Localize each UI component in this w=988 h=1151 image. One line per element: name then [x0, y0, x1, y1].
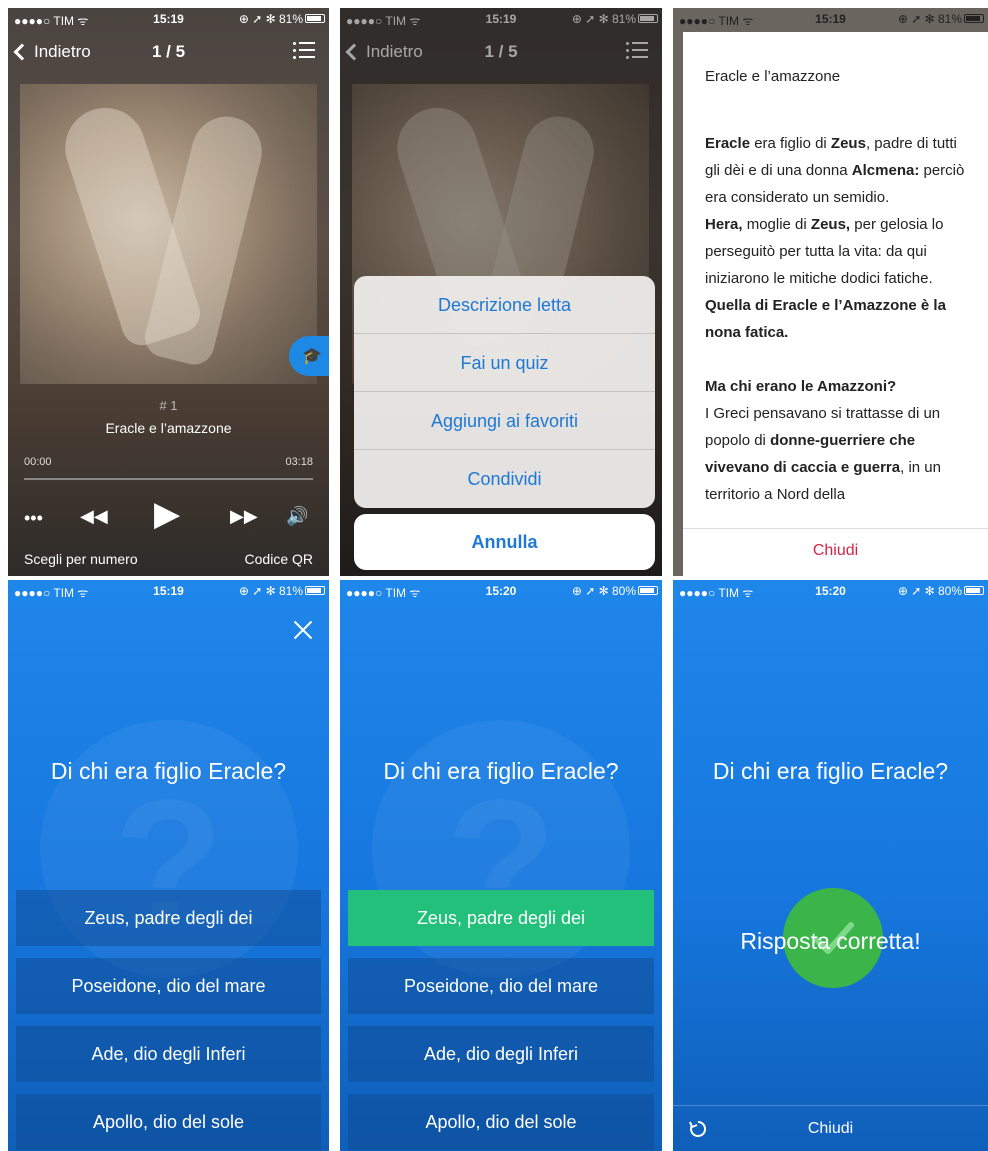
battery-icon: [305, 586, 325, 595]
action-sheet-screen: ●●●●○ TIM ᯤ 15:19 ⊕ ➚ ✻ 81% Indietro 1 /…: [340, 8, 662, 576]
take-quiz-option[interactable]: Fai un quiz: [354, 334, 655, 392]
quiz-result-screen: ●●●●○ TIM ᯤ 15:20 ⊕ ➚ ✻ 80% Di chi era f…: [673, 580, 988, 1151]
track-counter: 1 / 5: [151, 42, 186, 61]
battery-icon: [964, 586, 984, 595]
status-icons: ⊕ ➚ ✻ 80%: [571, 584, 636, 598]
track-number: # 1: [159, 398, 178, 413]
answer-option[interactable]: Apollo, dio del sole: [348, 1094, 654, 1150]
total-time: 03:18: [285, 456, 313, 468]
elapsed-time: 00:00: [24, 456, 52, 468]
close-button[interactable]: Chiudi: [683, 528, 988, 576]
quiz-screen: ? ●●●●○ TIM ᯤ 15:19 ⊕ ➚ ✻ 81% Di chi era…: [8, 580, 329, 1151]
quiz-question: Di chi era figlio Eracle?: [383, 758, 619, 784]
status-icons: ⊕ ➚ ✻ 80%: [897, 584, 962, 598]
answer-option[interactable]: Apollo, dio del sole: [16, 1094, 321, 1150]
quiz-background: [673, 580, 988, 1151]
bottom-toolbar: Chiudi: [673, 1105, 988, 1151]
answer-option-selected[interactable]: Zeus, padre degli dei: [348, 890, 654, 946]
description-screen: ●●●●○ TIM ᯤ 15:19 ⊕ ➚ ✻ 81% Eracle e l’a…: [673, 8, 988, 576]
answer-option[interactable]: Ade, dio degli Inferi: [348, 1026, 654, 1082]
player-screen: ●●●●○ TIM ᯤ 15:19 ⊕ ➚ ✻ 81% Indietro 1 /…: [8, 8, 329, 576]
quiz-question: Di chi era figlio Eracle?: [50, 758, 287, 784]
status-bar: ●●●●○ TIM ᯤ 15:19 ⊕ ➚ ✻ 81%: [8, 8, 329, 30]
play-icon[interactable]: ▶: [154, 494, 180, 534]
text: moglie di: [742, 216, 811, 233]
text-bold: Hera,: [705, 216, 743, 233]
cancel-button[interactable]: Annulla: [354, 514, 655, 570]
battery-icon: [638, 586, 658, 595]
answer-option[interactable]: Zeus, padre degli dei: [16, 890, 321, 946]
graduation-cap-icon: 🎓: [302, 348, 322, 365]
quiz-selected-screen: ? ●●●●○ TIM ᯤ 15:20 ⊕ ➚ ✻ 80% Di chi era…: [340, 580, 662, 1151]
description-card: Eracle e l’amazzone Eracle era figlio di…: [683, 32, 988, 576]
add-favorites-option[interactable]: Aggiungi ai favoriti: [354, 392, 655, 450]
result-message: Risposta corretta!: [740, 928, 921, 954]
more-icon[interactable]: •••: [24, 508, 43, 529]
rewind-icon[interactable]: ◀◀: [80, 506, 108, 527]
track-title: Eracle e l’amazzone: [105, 420, 232, 436]
answer-option[interactable]: Ade, dio degli Inferi: [16, 1026, 321, 1082]
battery-icon: [964, 14, 984, 23]
text-bold: Quella di Eracle e l’Amazzone è la nona …: [705, 297, 946, 341]
close-icon[interactable]: [293, 620, 313, 640]
close-button[interactable]: Chiudi: [673, 1120, 988, 1138]
status-icons: ⊕ ➚ ✻ 81%: [238, 584, 303, 598]
description-title: Eracle e l’amazzone: [705, 68, 841, 85]
status-bar: ●●●●○ TIM ᯤ 15:19 ⊕ ➚ ✻ 81%: [673, 8, 988, 30]
text-bold: Zeus,: [810, 216, 851, 233]
text-bold: Alcmena:: [851, 162, 920, 179]
choose-number-link[interactable]: Scegli per numero: [24, 551, 138, 567]
status-icons: ⊕ ➚ ✻ 81%: [897, 12, 962, 26]
mark-read-option[interactable]: Descrizione letta: [354, 276, 655, 334]
quiz-button[interactable]: 🎓: [289, 336, 329, 376]
text-bold: Ma chi erano le Amazzoni?: [705, 378, 897, 395]
quiz-question: Di chi era figlio Eracle?: [712, 758, 949, 784]
status-bar: ●●●●○ TIM ᯤ 15:20 ⊕ ➚ ✻ 80%: [340, 580, 662, 602]
artwork-image: [20, 84, 317, 384]
status-bar: ●●●●○ TIM ᯤ 15:20 ⊕ ➚ ✻ 80%: [673, 580, 988, 602]
status-icons: ⊕ ➚ ✻ 81%: [238, 12, 303, 26]
share-option[interactable]: Condividi: [354, 450, 655, 508]
action-sheet: Descrizione letta Fai un quiz Aggiungi a…: [354, 276, 655, 508]
progress-bar[interactable]: [24, 478, 313, 480]
volume-icon[interactable]: 🔊: [286, 506, 308, 527]
qr-code-link[interactable]: Codice QR: [245, 551, 313, 567]
answer-option[interactable]: Poseidone, dio del mare: [348, 958, 654, 1014]
answer-option[interactable]: Poseidone, dio del mare: [16, 958, 321, 1014]
text-bold: Eracle: [705, 135, 751, 152]
battery-icon: [305, 14, 325, 23]
forward-icon[interactable]: ▶▶: [230, 506, 258, 527]
status-bar: ●●●●○ TIM ᯤ 15:19 ⊕ ➚ ✻ 81%: [8, 580, 329, 602]
text-bold: Zeus: [830, 135, 866, 152]
list-icon[interactable]: [293, 42, 315, 60]
text: era figlio di: [750, 135, 831, 152]
description-text[interactable]: Eracle era figlio di Zeus, padre di tutt…: [705, 130, 972, 522]
